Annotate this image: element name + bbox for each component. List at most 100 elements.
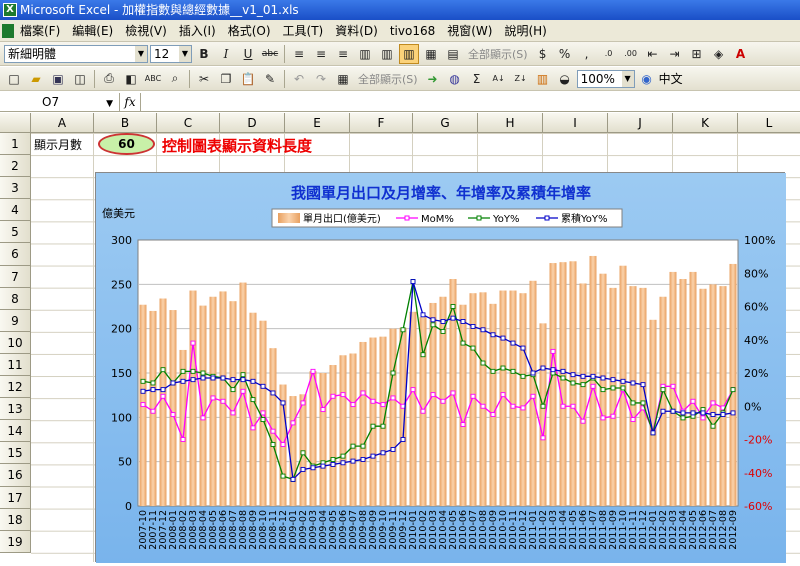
bar[interactable]	[189, 290, 197, 506]
series-marker[interactable]	[480, 403, 486, 409]
column-header-C[interactable]: C	[157, 113, 220, 133]
font-name-combo[interactable]: 新細明體 ▼	[4, 44, 148, 63]
series-marker[interactable]	[360, 390, 366, 396]
bar[interactable]	[379, 336, 387, 506]
select-all-corner[interactable]	[0, 113, 31, 133]
plot-area[interactable]: 0 50 100 150 200 250 300 -60% -40% -20% 0% 20% 40% 60…	[111, 234, 775, 550]
series-marker[interactable]	[410, 387, 416, 393]
arrow-left-icon[interactable]: ➜	[423, 69, 443, 89]
series-marker[interactable]	[350, 402, 356, 408]
series-marker[interactable]	[270, 390, 276, 396]
series-marker[interactable]	[200, 370, 206, 376]
series-marker[interactable]	[610, 413, 616, 419]
series-marker[interactable]	[510, 368, 516, 374]
currency-button[interactable]: $	[533, 44, 553, 64]
series-marker[interactable]	[220, 398, 226, 404]
bar[interactable]	[239, 282, 247, 506]
series-marker[interactable]	[390, 370, 396, 376]
series-marker[interactable]	[310, 465, 316, 471]
series-marker[interactable]	[180, 368, 186, 374]
series-marker[interactable]	[330, 461, 336, 467]
chevron-down-icon[interactable]: ▼	[135, 45, 147, 62]
series-marker[interactable]	[690, 410, 696, 416]
name-box[interactable]: O7 ▼	[0, 92, 120, 111]
column-header-A[interactable]: A	[31, 113, 94, 133]
row-header-3[interactable]: 3	[0, 177, 31, 200]
cell-b1-months-input[interactable]: 60	[98, 133, 155, 155]
bar[interactable]	[409, 311, 417, 506]
bar[interactable]	[579, 283, 587, 506]
series-marker[interactable]	[350, 458, 356, 464]
justify-button[interactable]: ▥	[355, 44, 375, 64]
series-marker[interactable]	[540, 365, 546, 371]
row-header-1[interactable]: 1	[0, 133, 31, 156]
series-marker[interactable]	[140, 388, 146, 394]
row-header-12[interactable]: 12	[0, 376, 31, 399]
series-marker[interactable]	[530, 393, 536, 399]
series-marker[interactable]	[460, 422, 466, 427]
redo-icon[interactable]: ↷	[311, 69, 331, 89]
series-marker[interactable]	[710, 423, 716, 429]
vertical-text-button[interactable]: ▥	[399, 43, 419, 64]
bar[interactable]	[669, 271, 677, 506]
series-marker[interactable]	[330, 457, 336, 462]
series-marker[interactable]	[290, 476, 296, 482]
series-marker[interactable]	[370, 453, 376, 459]
series-marker[interactable]	[250, 397, 256, 403]
series-marker[interactable]	[580, 382, 586, 388]
globe-icon[interactable]: ◍	[445, 69, 465, 89]
series-marker[interactable]	[570, 403, 576, 409]
series-marker[interactable]	[260, 383, 266, 389]
series-marker[interactable]	[210, 395, 216, 401]
series-marker[interactable]	[420, 352, 426, 358]
cell-a1-label[interactable]: 顯示月數	[34, 136, 82, 153]
increase-decimal-button[interactable]: .0	[599, 44, 619, 64]
series-marker[interactable]	[550, 348, 556, 354]
series-marker[interactable]	[480, 327, 486, 333]
decrease-decimal-button[interactable]: .00	[621, 44, 641, 64]
series-marker[interactable]	[530, 370, 536, 376]
distributed-button[interactable]: ▥	[377, 44, 397, 64]
series-marker[interactable]	[210, 375, 216, 381]
column-header-B[interactable]: B	[94, 113, 157, 133]
merge-center-button[interactable]: ▦	[421, 44, 441, 64]
series-marker[interactable]	[710, 400, 716, 406]
series-marker[interactable]	[730, 387, 736, 393]
row-header-16[interactable]: 16	[0, 464, 31, 487]
bar[interactable]	[329, 365, 337, 506]
series-marker[interactable]	[510, 403, 516, 409]
series-marker[interactable]	[300, 466, 306, 472]
bar[interactable]	[649, 319, 657, 506]
help-icon[interactable]: ◉	[637, 69, 657, 89]
series-marker[interactable]	[630, 417, 636, 423]
series-marker[interactable]	[410, 279, 416, 285]
series-marker[interactable]	[360, 457, 366, 462]
new-file-icon[interactable]: □	[4, 69, 24, 89]
font-color-button[interactable]: A	[731, 44, 751, 64]
series-marker[interactable]	[400, 437, 406, 442]
menu-item-0[interactable]: 檔案(F)	[14, 22, 66, 39]
row-header-10[interactable]: 10	[0, 331, 31, 354]
bar[interactable]	[479, 292, 487, 506]
series-marker[interactable]	[630, 380, 636, 386]
series-marker[interactable]	[240, 372, 246, 378]
bar[interactable]	[609, 287, 617, 506]
bar[interactable]	[289, 396, 297, 506]
bar[interactable]	[559, 262, 567, 506]
row-header-17[interactable]: 17	[0, 486, 31, 509]
menu-item-7[interactable]: tivo168	[384, 24, 441, 38]
column-header-L[interactable]: L	[738, 113, 800, 133]
series-marker[interactable]	[250, 378, 256, 384]
series-marker[interactable]	[480, 360, 486, 366]
menu-item-1[interactable]: 編輯(E)	[66, 22, 119, 39]
font-size-combo[interactable]: 12 ▼	[150, 44, 192, 63]
column-header-E[interactable]: E	[285, 113, 350, 133]
undo-icon[interactable]: ↶	[289, 69, 309, 89]
column-header-K[interactable]: K	[673, 113, 738, 133]
bar[interactable]	[349, 353, 357, 506]
series-marker[interactable]	[190, 368, 196, 374]
formula-input[interactable]	[140, 92, 800, 111]
bar[interactable]	[249, 312, 257, 506]
series-marker[interactable]	[420, 408, 426, 414]
autosum-icon[interactable]: Σ	[467, 69, 487, 89]
